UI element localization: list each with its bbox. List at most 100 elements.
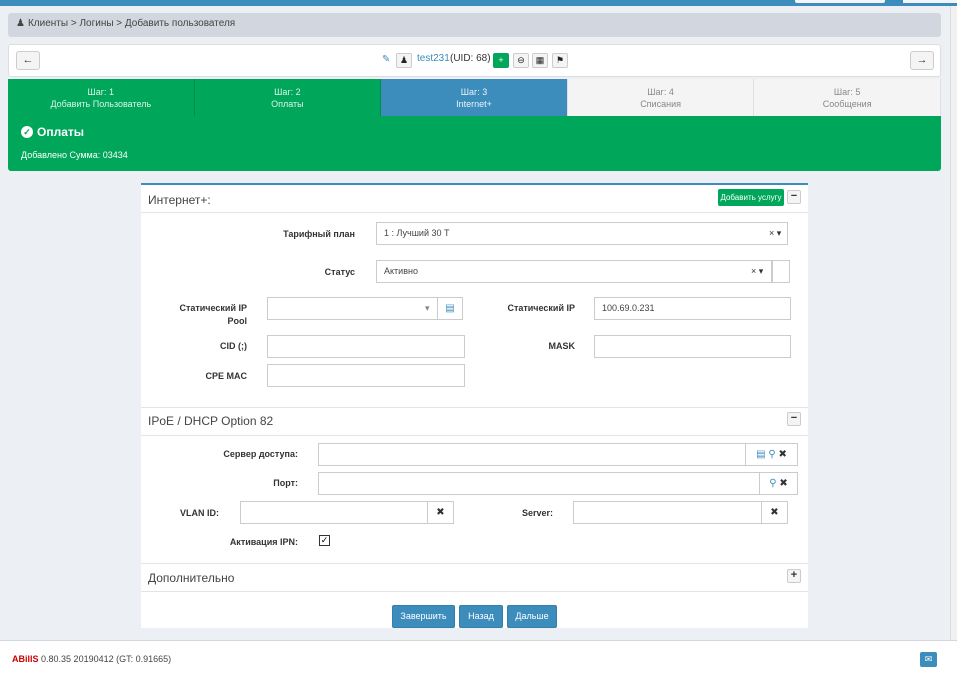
step-label: Оплаты — [271, 99, 304, 109]
prev-arrow-button[interactable]: ← — [16, 51, 40, 70]
step-2[interactable]: Шаг: 2 Оплаты — [194, 79, 382, 116]
step-number: Шаг: 3 — [460, 87, 488, 97]
step-label: Internet+ — [456, 99, 492, 109]
check-circle-icon: ✓ — [21, 126, 33, 138]
close-icon[interactable]: ✖ — [779, 478, 787, 489]
tariff-select[interactable]: 1 : Лучший 30 Т — [376, 222, 788, 245]
nas-addon: ▤ ⚲ ✖ — [745, 443, 798, 466]
collapse-internet-button[interactable]: − — [787, 190, 801, 204]
footer-brand[interactable]: ABillS — [12, 654, 39, 664]
expand-extra-button[interactable]: + — [787, 569, 801, 583]
status-select[interactable]: Активно — [376, 260, 772, 283]
static-pool-label-line2: Pool — [227, 316, 248, 326]
tariff-value: 1 : Лучший 30 Т — [384, 228, 450, 238]
vlan-input[interactable] — [240, 501, 428, 524]
next-button[interactable]: Дальше — [507, 605, 557, 628]
close-icon[interactable]: ✖ — [427, 501, 454, 524]
step-label: Добавить Пользователь — [50, 99, 152, 109]
divider — [141, 435, 808, 436]
cid-label: CID (;) — [220, 341, 247, 351]
success-alert: ✓ Оплаты Добавлено Сумма: 03434 — [8, 116, 941, 171]
close-icon[interactable]: ✖ — [761, 501, 788, 524]
extra-section-title: Дополнительно — [148, 571, 235, 585]
step-4[interactable]: Шаг: 4 Списания — [567, 79, 755, 116]
minus-circle-button[interactable]: ⊖ — [513, 53, 529, 68]
step-3[interactable]: Шаг: 3 Internet+ — [381, 79, 568, 116]
internet-section-title: Интернет+: — [148, 193, 211, 207]
static-pool-label-line1: Статический IP — [179, 303, 247, 313]
step-number: Шаг: 4 — [647, 87, 674, 97]
port-input[interactable] — [318, 472, 760, 495]
navbar-element[interactable] — [795, 0, 885, 3]
mask-input[interactable] — [594, 335, 791, 358]
wizard-steps: Шаг: 1 Добавить Пользователь Шаг: 2 Оплаты… — [8, 79, 941, 116]
step-label: Сообщения — [822, 99, 872, 109]
scrollbar[interactable] — [950, 6, 957, 640]
chevron-down-icon[interactable]: ▾ — [425, 303, 430, 314]
list-icon[interactable]: ▤ — [756, 449, 765, 460]
divider — [141, 212, 808, 213]
step-number: Шаг: 2 — [274, 87, 301, 97]
user-toolbar: ← ✎ ♟ test231 (UID: 68) + ⊖ ▦ ⚑ → — [8, 44, 941, 77]
nas-input[interactable] — [318, 443, 746, 466]
back-button[interactable]: Назад — [459, 605, 503, 628]
user-profile-button[interactable]: ♟ — [396, 53, 412, 68]
divider — [141, 563, 808, 564]
status-value: Активно — [384, 266, 418, 276]
alert-title: Оплаты — [37, 125, 85, 139]
port-label: Порт: — [273, 478, 298, 488]
search-icon[interactable]: ⚲ — [768, 449, 775, 460]
clear-icon[interactable]: × ▾ — [769, 228, 781, 239]
pencil-icon[interactable]: ✎ — [382, 54, 390, 65]
add-service-button[interactable]: Добавить услугу — [718, 189, 784, 206]
cpe-mac-label: CPE MAC — [205, 371, 247, 381]
finish-button[interactable]: Завершить — [392, 605, 455, 628]
step-number: Шаг: 1 — [87, 87, 115, 97]
ipn-checkbox[interactable]: ✓ — [319, 535, 330, 546]
server-input[interactable] — [573, 501, 762, 524]
divider — [141, 407, 808, 408]
collapse-ipoe-button[interactable]: − — [787, 412, 801, 426]
search-icon[interactable]: ⚲ — [769, 478, 776, 489]
status-addon[interactable] — [772, 260, 790, 283]
chat-icon[interactable]: ✉ — [920, 652, 937, 667]
port-addon: ⚲ ✖ — [759, 472, 798, 495]
step-5[interactable]: Шаг: 5 Сообщения — [754, 79, 941, 116]
static-pool-label: Статический IP Pool — [161, 302, 247, 328]
static-ip-label: Статический IP — [507, 303, 575, 313]
footer: ABillS 0.80.35 20190412 (GT: 0.91665) ✉ — [0, 640, 957, 676]
cpe-mac-input[interactable] — [267, 364, 465, 387]
add-circle-button[interactable]: + — [493, 53, 509, 68]
static-ip-value: 100.69.0.231 — [602, 303, 655, 313]
clear-icon[interactable]: × ▾ — [751, 266, 763, 277]
nas-label: Сервер доступа: — [223, 449, 298, 459]
step-label: Списания — [640, 99, 681, 109]
breadcrumb-text[interactable]: Клиенты > Логины > Добавить пользователя — [28, 18, 235, 29]
server-label: Server: — [521, 508, 553, 518]
tags-icon[interactable]: ⚑ — [552, 53, 568, 68]
close-icon[interactable]: ✖ — [778, 449, 786, 460]
footer-version-text: 0.80.35 20190412 (GT: 0.91665) — [41, 654, 172, 664]
tariff-label: Тарифный план — [283, 229, 355, 239]
static-ip-input[interactable]: 100.69.0.231 — [594, 297, 791, 320]
next-arrow-button[interactable]: → — [910, 51, 934, 70]
footer-version: ABillS 0.80.35 20190412 (GT: 0.91665) — [12, 654, 171, 664]
alert-message: Добавлено Сумма: 03434 — [21, 150, 128, 160]
step-1[interactable]: Шаг: 1 Добавить Пользователь — [8, 79, 195, 116]
breadcrumb: ♟ Клиенты > Логины > Добавить пользовател… — [8, 13, 941, 37]
ipoe-section-title: IPoE / DHCP Option 82 — [148, 414, 274, 428]
list-icon[interactable]: ▤ — [437, 297, 463, 320]
user-uid: (UID: 68) — [450, 53, 491, 64]
content-wrapper: ♟ Клиенты > Логины > Добавить пользовател… — [0, 6, 950, 640]
mask-label: MASK — [548, 341, 576, 351]
internet-panel: Интернет+: Добавить услугу − Тарифный пл… — [141, 183, 808, 628]
navbar-element[interactable] — [903, 0, 957, 3]
static-pool-select[interactable] — [267, 297, 438, 320]
step-number: Шаг: 5 — [833, 87, 861, 97]
cid-input[interactable] — [267, 335, 465, 358]
user-login-link[interactable]: test231 — [417, 53, 450, 64]
vlan-label: VLAN ID: — [180, 508, 219, 518]
status-label: Статус — [324, 267, 355, 277]
grid-icon[interactable]: ▦ — [532, 53, 548, 68]
ipn-label: Активация IPN: — [229, 537, 298, 547]
